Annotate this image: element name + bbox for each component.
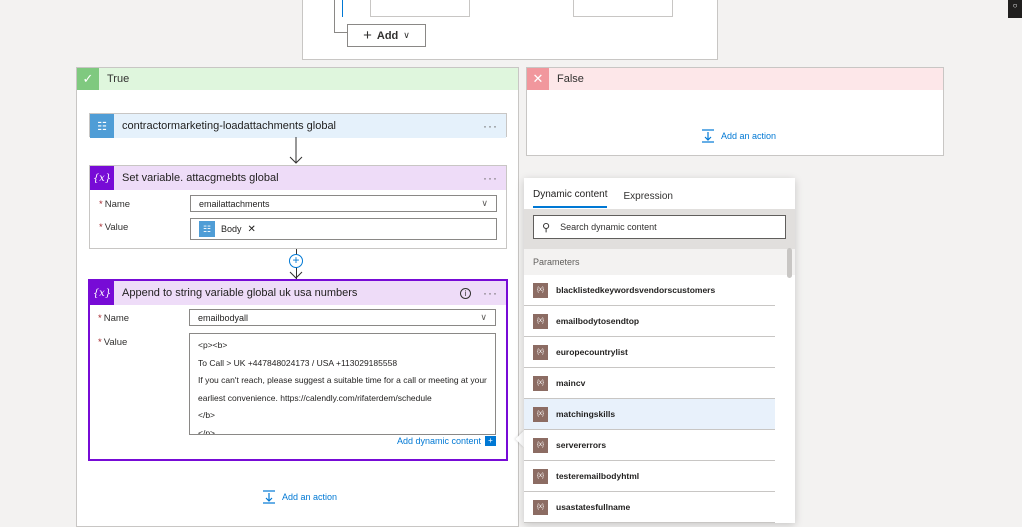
value-line: To Call > UK +447848024173 / USA +113029… — [198, 357, 398, 368]
tab-dynamic-content[interactable]: Dynamic content — [533, 189, 608, 208]
action-card-loadattachments[interactable]: ☷ contractormarketing-loadattachments gl… — [89, 113, 507, 138]
list-item[interactable]: {x} testeremailbodyhtml — [524, 461, 775, 492]
add-button-label: Add — [376, 29, 399, 42]
add-action-icon — [702, 129, 714, 143]
plus-icon: + — [363, 27, 372, 44]
parameter-list: {x} blacklistedkeywordsvendorscustomers {… — [524, 275, 785, 523]
value-line: </b> — [198, 410, 216, 420]
remove-token-icon[interactable]: ✕ — [248, 224, 256, 235]
name-label: * Name — [99, 199, 131, 210]
action-card-append-string[interactable]: {x} Append to string variable global uk … — [88, 279, 508, 461]
list-item[interactable]: {x} usastatesfullname — [524, 492, 775, 523]
value-line: If you can't reach, please suggest a sui… — [198, 375, 487, 385]
name-label: * Name — [98, 313, 130, 324]
tab-expression[interactable]: Expression — [623, 191, 672, 208]
checkmark-icon: ✓ — [77, 68, 99, 90]
action-card-set-variable[interactable]: {x} Set variable. attacgmebts global ···… — [89, 165, 507, 249]
api-connection-icon: ☷ — [199, 221, 215, 237]
false-branch: ✕ False Add an action — [526, 67, 944, 156]
variable-icon: {x} — [533, 406, 548, 422]
value-label: * Value — [98, 337, 128, 348]
variable-icon: {x} — [533, 313, 548, 329]
variable-icon: {x} — [90, 281, 114, 305]
api-connection-icon: ☷ — [90, 114, 114, 138]
search-icon: ⚲ — [542, 221, 551, 234]
connector-line — [334, 32, 347, 33]
card-title: Append to string variable global uk usa … — [122, 287, 358, 299]
connector-line — [334, 0, 335, 33]
more-options-icon[interactable]: ··· — [483, 286, 498, 300]
variable-icon: {x} — [533, 282, 548, 298]
corner-widget[interactable]: ○ — [1008, 0, 1022, 18]
value-line: <p><b> — [198, 340, 228, 350]
true-add-action[interactable]: Add an action — [262, 490, 337, 504]
variable-icon: {x} — [533, 375, 548, 391]
more-options-icon[interactable]: ··· — [483, 119, 498, 133]
list-item-selected[interactable]: {x} matchingskills — [524, 399, 775, 430]
flow-arrow — [289, 137, 303, 164]
add-action-label: Add an action — [721, 131, 777, 141]
scrollbar-thumb[interactable] — [787, 248, 792, 278]
list-item[interactable]: {x} maincv — [524, 368, 775, 399]
section-header-parameters: Parameters — [524, 249, 795, 275]
panel-tabs: Dynamic content Expression — [524, 178, 795, 208]
chevron-down-icon: ∨ — [481, 198, 488, 208]
true-branch-header[interactable]: ✓ True — [77, 68, 518, 90]
name-dropdown[interactable]: emailattachments ∨ — [190, 195, 497, 212]
add-action-label: Add an action — [282, 492, 338, 502]
value-field[interactable]: ☷ Body ✕ — [190, 218, 497, 240]
search-input[interactable]: ⚲ Search dynamic content — [533, 215, 786, 239]
card-title: contractormarketing-loadattachments glob… — [122, 120, 337, 132]
info-icon[interactable]: i — [460, 287, 471, 299]
variable-icon: {x} — [533, 468, 548, 484]
variable-icon: {x} — [533, 437, 548, 453]
value-line: </p> — [198, 427, 216, 435]
list-item[interactable]: {x} servererrors — [524, 430, 775, 461]
false-add-action[interactable]: Add an action — [701, 129, 776, 143]
close-icon: ✕ — [527, 68, 549, 90]
add-dynamic-content-link[interactable]: Add dynamic content + — [397, 436, 496, 446]
false-branch-title: False — [557, 73, 584, 85]
variable-icon: {x} — [533, 344, 548, 360]
true-branch-title: True — [107, 73, 130, 85]
variable-icon: {x} — [533, 499, 548, 515]
list-item[interactable]: {x} emailbodytosendtop — [524, 306, 775, 337]
branch-box-right[interactable] — [573, 0, 673, 17]
chevron-down-icon: ∨ — [480, 312, 487, 322]
search-area: ⚲ Search dynamic content — [524, 209, 795, 249]
value-line: earliest convenience. https://calendly.c… — [198, 392, 432, 403]
help-icon: ○ — [1012, 1, 1018, 10]
more-options-icon[interactable]: ··· — [483, 171, 498, 185]
branch-box-left[interactable] — [370, 0, 470, 17]
value-textarea[interactable]: <p><b> To Call > UK +447848024173 / USA … — [189, 333, 496, 435]
add-button[interactable]: + Add ∨ — [347, 24, 426, 47]
card-title: Set variable. attacgmebts global — [122, 172, 279, 184]
dynamic-content-panel: Dynamic content Expression ⚲ Search dyna… — [524, 178, 795, 523]
variable-icon: {x} — [90, 166, 114, 190]
add-dynamic-icon: + — [485, 436, 496, 446]
add-action-icon — [263, 490, 275, 504]
chevron-down-icon: ∨ — [403, 30, 410, 40]
body-token[interactable]: ☷ Body ✕ — [199, 221, 256, 237]
false-branch-header[interactable]: ✕ False — [527, 68, 943, 90]
insert-step-button[interactable]: + — [289, 254, 303, 268]
connector-line — [342, 0, 343, 17]
search-placeholder: Search dynamic content — [560, 222, 657, 232]
list-item[interactable]: {x} blacklistedkeywordsvendorscustomers — [524, 275, 775, 306]
value-label: * Value — [99, 222, 129, 233]
list-item[interactable]: {x} europecountrylist — [524, 337, 775, 368]
name-dropdown[interactable]: emailbodyall ∨ — [189, 309, 496, 326]
